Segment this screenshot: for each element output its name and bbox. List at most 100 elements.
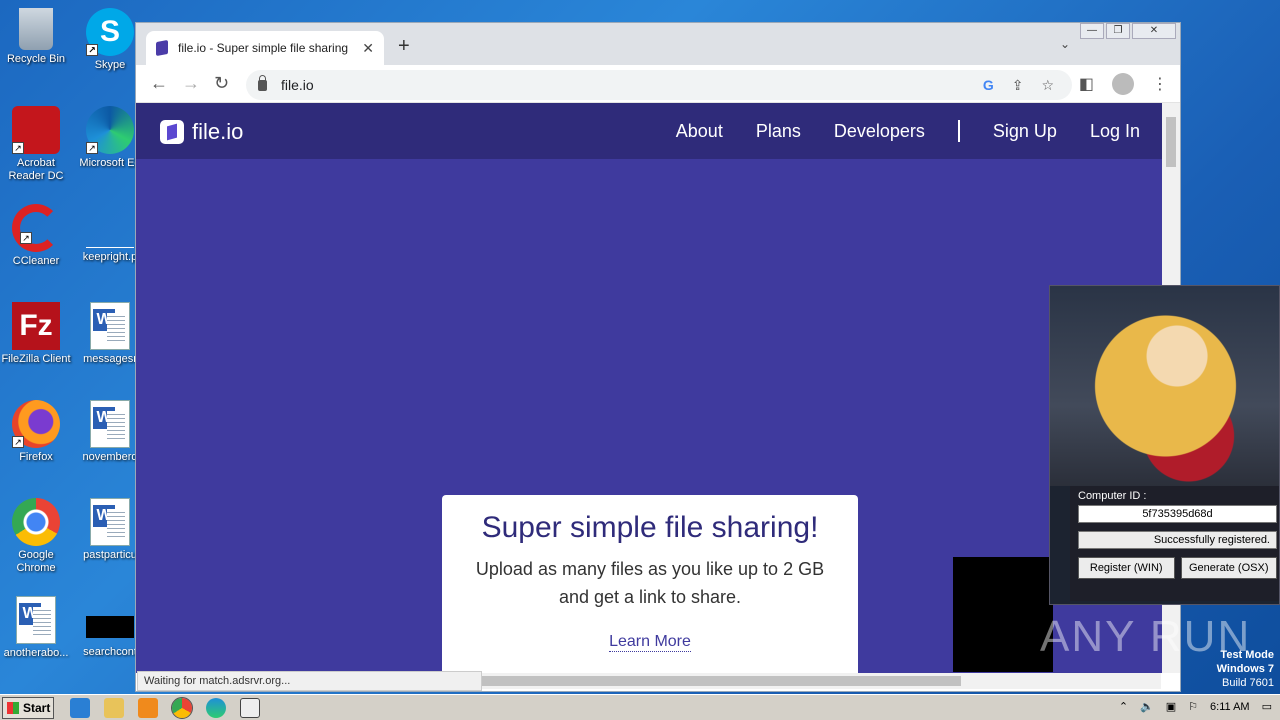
hero-headline: Super simple file sharing!	[481, 511, 819, 544]
keygen-window[interactable]: Computer ID : 5f735395d68d Successfully …	[1049, 285, 1280, 605]
desktop-icon-acrobat[interactable]: ↗ Acrobat Reader DC	[0, 106, 72, 183]
logo-text: file.io	[192, 119, 244, 144]
desktop-icon-filezilla[interactable]: Fz FileZilla Client	[0, 302, 72, 366]
test-mode-notice: Test Mode Windows 7 Build 7601	[1217, 648, 1274, 690]
computer-id-label: Computer ID :	[1078, 490, 1147, 502]
desktop-icon-label: Firefox	[19, 451, 53, 463]
show-desktop-icon[interactable]: ▭	[1262, 700, 1272, 713]
profile-avatar[interactable]	[1112, 73, 1134, 95]
desktop-icon-label: messagesr	[83, 353, 137, 365]
nav-developers[interactable]: Developers	[834, 121, 925, 142]
desktop-icon-ccleaner[interactable]: ↗ CCleaner	[0, 204, 72, 268]
site-logo[interactable]: file.io	[160, 119, 243, 145]
fileio-favicon-icon	[156, 39, 168, 57]
desktop-icon-label: anotherabo...	[3, 647, 69, 659]
nav-sign-up[interactable]: Sign Up	[993, 121, 1057, 142]
skype-icon: S ↗	[86, 8, 134, 56]
forward-arrow-icon[interactable]: →	[182, 73, 200, 94]
desktop-icon-chrome[interactable]: Google Chrome	[0, 498, 72, 575]
lock-icon[interactable]	[258, 74, 267, 91]
bookmark-star-icon[interactable]: ☆	[1041, 77, 1054, 94]
learn-more-link[interactable]: Learn More	[609, 633, 691, 652]
acrobat-icon: ↗	[12, 106, 60, 154]
start-button[interactable]: Start	[2, 697, 54, 719]
register-win-button[interactable]: Register (WIN)	[1078, 557, 1175, 579]
desktop-icon-label: Skype	[94, 59, 126, 71]
desktop-icon-label: Google Chrome	[16, 549, 56, 574]
black-window-fragment	[953, 557, 1053, 672]
address-bar[interactable]: file.io G ⇪ ☆	[246, 70, 1072, 100]
desktop-icon-label: Microsoft Ed	[79, 157, 141, 169]
minimize-button[interactable]: —	[1080, 23, 1104, 39]
black-file-icon	[86, 616, 134, 638]
volume-icon[interactable]: 🔈	[1140, 700, 1154, 713]
maximize-button[interactable]: ❐	[1106, 23, 1130, 39]
firefox-icon: ↗	[12, 400, 60, 448]
desktop-icon-firefox[interactable]: ↗ Firefox	[0, 400, 72, 464]
media-player-icon[interactable]	[138, 698, 158, 718]
word-document-icon: W	[90, 302, 130, 350]
system-tray: ⌃ 🔈 ▣ ⚐ 6:11 AM ▭	[1119, 700, 1272, 714]
recycle-bin-icon	[19, 8, 53, 50]
edge-icon: ↗	[86, 106, 134, 154]
desktop-icon-label: searchcont	[83, 646, 137, 658]
tray-expand-icon[interactable]: ⌃	[1119, 700, 1128, 713]
keygen-panel: Computer ID : 5f735395d68d Successfully …	[1070, 486, 1279, 601]
back-arrow-icon[interactable]: ←	[150, 73, 168, 94]
chrome-taskbar-icon[interactable]	[171, 697, 193, 719]
close-window-button[interactable]: ✕	[1132, 23, 1176, 39]
edge-taskbar-icon[interactable]	[206, 698, 226, 718]
menu-kebab-icon[interactable]: ⋮	[1152, 74, 1168, 94]
share-icon[interactable]: ⇪	[1012, 77, 1024, 94]
word-document-icon: W	[16, 596, 56, 644]
google-lens-icon[interactable]: G	[983, 77, 994, 93]
flag-icon[interactable]: ⚐	[1188, 700, 1198, 713]
anime-artwork-image	[1050, 286, 1279, 486]
desktop-icon-label: FileZilla Client	[1, 353, 71, 365]
clock[interactable]: 6:11 AM	[1210, 701, 1250, 713]
os-label: Windows 7	[1216, 663, 1274, 675]
ccleaner-icon: ↗	[12, 204, 60, 252]
site-header: file.io About Plans Developers Sign Up L…	[136, 103, 1164, 159]
keygen-taskbar-icon[interactable]	[240, 698, 260, 718]
desktop-icon-doc-anotherabo[interactable]: W anotherabo...	[0, 596, 72, 660]
new-tab-button[interactable]: +	[398, 35, 410, 58]
hero-card: Super simple file sharing! Upload as man…	[442, 495, 858, 673]
side-panel-icon[interactable]: ◧	[1079, 74, 1094, 94]
computer-id-field[interactable]: 5f735395d68d	[1078, 505, 1277, 523]
word-document-icon: W	[90, 400, 130, 448]
window-controls: — ❐ ✕	[1080, 23, 1176, 39]
generate-osx-button[interactable]: Generate (OSX)	[1180, 557, 1277, 579]
desktop-icon-label: CCleaner	[12, 255, 60, 267]
close-tab-icon[interactable]: ✕	[362, 40, 374, 57]
site-nav: About Plans Developers Sign Up Log In	[676, 120, 1140, 142]
horizontal-scrollbar[interactable]	[481, 673, 1161, 689]
nav-log-in[interactable]: Log In	[1090, 121, 1140, 142]
nav-about[interactable]: About	[676, 121, 723, 142]
hero-subtext: Upload as many files as you like up to 2…	[475, 559, 825, 607]
registration-status: Successfully registered.	[1078, 531, 1277, 549]
desktop-icon-recycle-bin[interactable]: Recycle Bin	[0, 8, 72, 66]
status-bubble: Waiting for match.adsrvr.org...	[137, 671, 482, 691]
tab-search-chevron-icon[interactable]: ⌄	[1060, 37, 1070, 51]
test-mode-label: Test Mode	[1220, 649, 1274, 661]
browser-toolbar: ← → ↻ file.io G ⇪ ☆ ◧ ⋮	[136, 65, 1180, 103]
nav-divider	[957, 120, 960, 142]
word-document-icon: W	[90, 498, 130, 546]
chrome-icon	[12, 498, 60, 546]
desktop-icon-label: pastparticu	[83, 549, 137, 561]
build-label: Build 7601	[1222, 677, 1274, 689]
explorer-folder-icon[interactable]	[104, 698, 124, 718]
desktop-icon-label: Recycle Bin	[6, 53, 66, 65]
scroll-thumb[interactable]	[1166, 117, 1176, 167]
url-text[interactable]: file.io	[281, 77, 983, 93]
hscroll-thumb[interactable]	[481, 676, 961, 686]
desktop-icon-label: novemberd	[82, 451, 138, 463]
nav-plans[interactable]: Plans	[756, 121, 801, 142]
filezilla-icon: Fz	[12, 302, 60, 350]
network-icon[interactable]: ▣	[1166, 700, 1176, 713]
taskbar: Start ⌃ 🔈 ▣ ⚐ 6:11 AM ▭	[0, 694, 1280, 720]
ie-icon[interactable]	[70, 698, 90, 718]
browser-tab[interactable]: file.io - Super simple file sharing ✕	[146, 31, 384, 65]
reload-icon[interactable]: ↻	[214, 73, 229, 94]
